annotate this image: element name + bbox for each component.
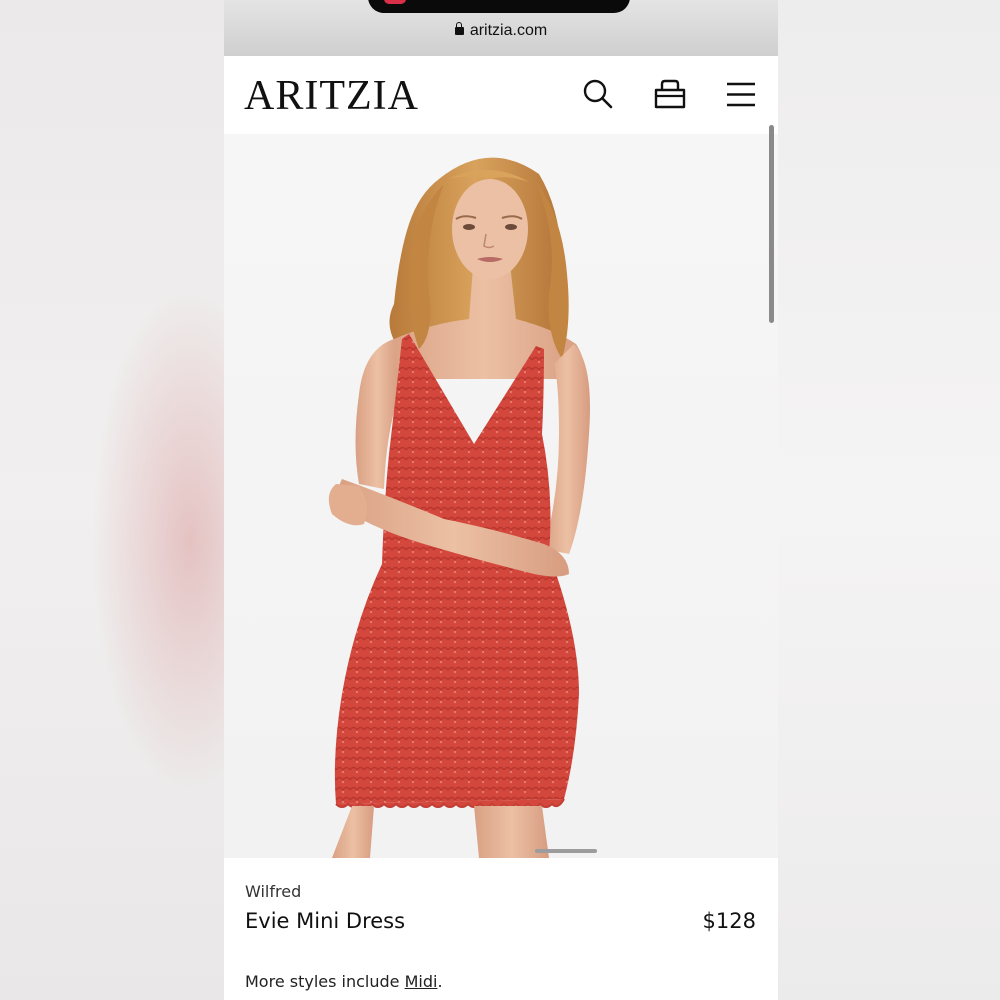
shopping-bag-button[interactable] [653, 76, 687, 112]
recording-indicator [384, 0, 406, 4]
dynamic-island [368, 0, 630, 13]
aritzia-logo[interactable]: ARITZIA [244, 72, 419, 120]
product-name: Evie Mini Dress [245, 909, 406, 933]
background-blur-right [778, 0, 1000, 1000]
product-brand[interactable]: Wilfred [245, 882, 301, 901]
more-styles-text: More styles include Midi. [245, 972, 443, 991]
lock-icon [454, 22, 464, 35]
model-wearing-dress-illustration [328, 157, 590, 858]
midi-style-link[interactable]: Midi [405, 972, 438, 991]
browser-url-bar[interactable]: aritzia.com [224, 0, 778, 56]
more-styles-prefix: More styles include [245, 972, 405, 991]
search-button[interactable] [581, 76, 615, 112]
url-display[interactable]: aritzia.com [224, 22, 778, 40]
search-icon [583, 79, 613, 109]
menu-icon [727, 82, 755, 107]
shopping-bag-icon [654, 79, 686, 109]
scrollbar[interactable] [769, 125, 774, 323]
site-header: ARITZIA [224, 56, 778, 134]
left-leg [332, 806, 374, 858]
phone-screen: aritzia.com ARITZIA Wilfred Evie Mini Dr… [224, 0, 778, 1000]
product-image[interactable] [224, 134, 778, 858]
product-info: Wilfred Evie Mini Dress $128 More styles… [224, 858, 778, 1000]
product-price: $128 [702, 909, 756, 933]
face [452, 179, 528, 279]
url-text: aritzia.com [469, 22, 548, 39]
menu-button[interactable] [724, 76, 758, 112]
more-styles-suffix: . [437, 972, 443, 991]
hand [328, 484, 368, 526]
background-blur-left [0, 0, 224, 1000]
image-carousel-indicator[interactable] [535, 849, 597, 853]
